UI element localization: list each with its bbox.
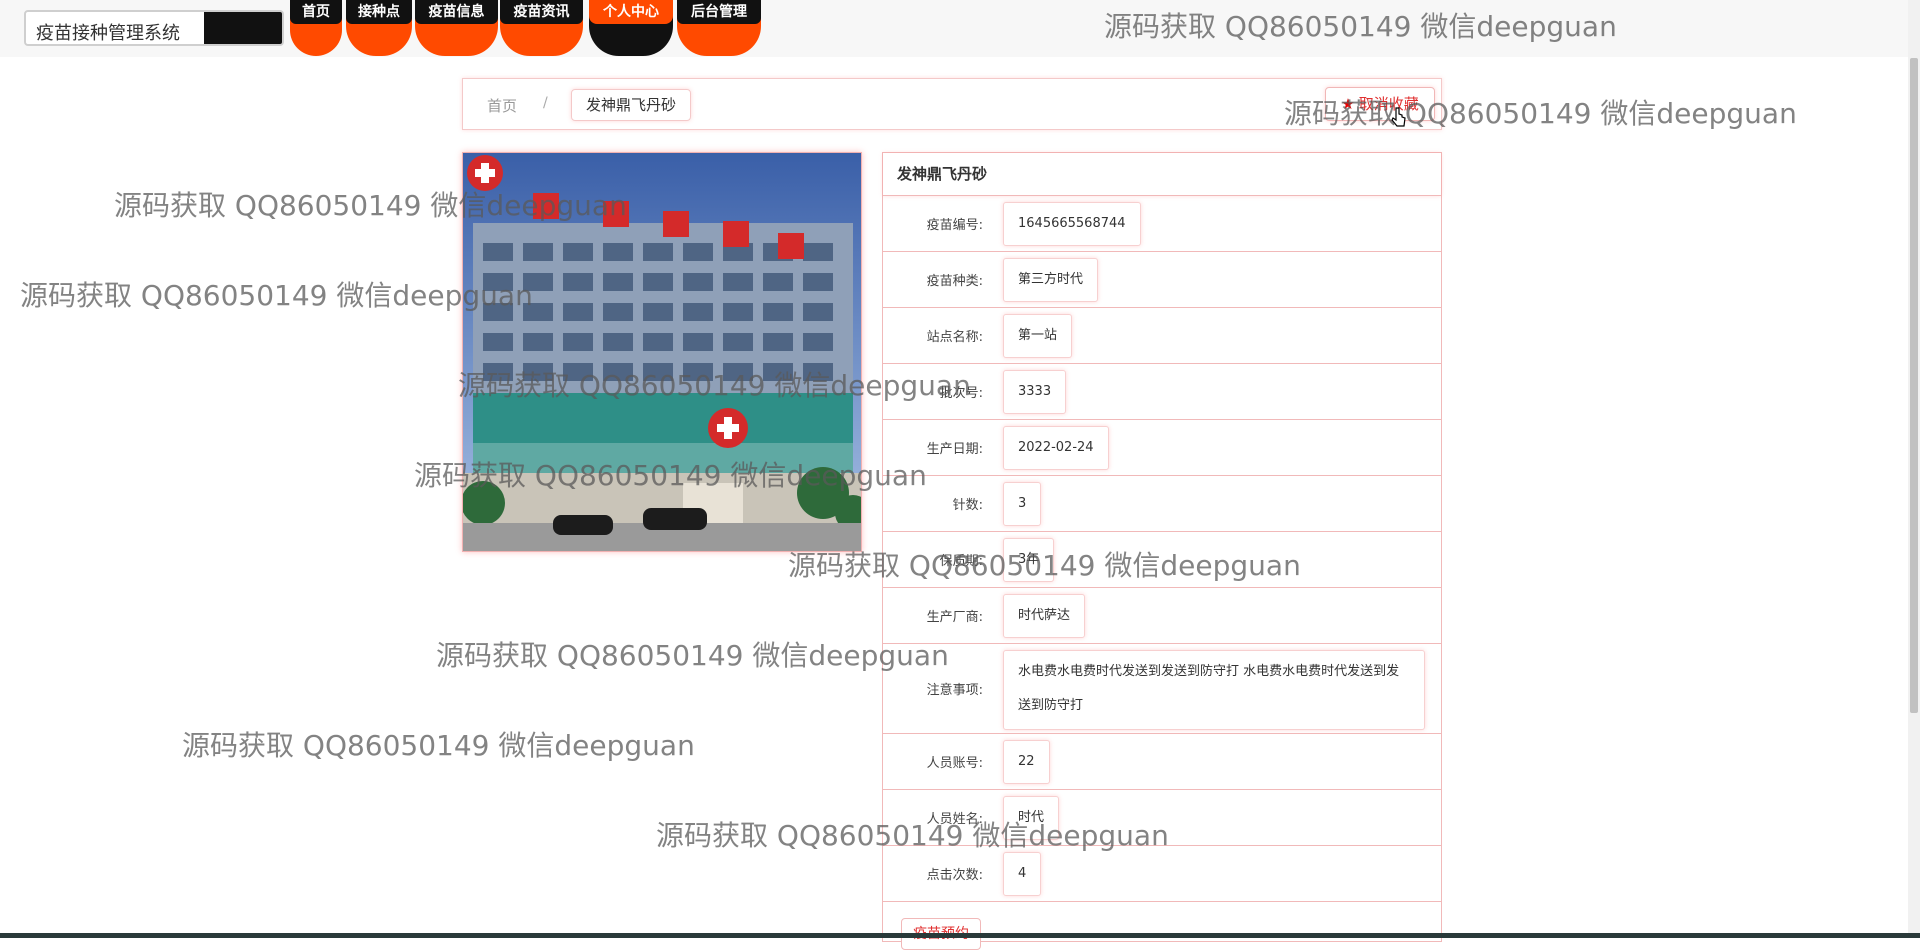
field-label: 人员账号: xyxy=(926,756,983,771)
field-site-name: 站点名称: 第一站 xyxy=(883,308,1441,364)
page-scrollbar[interactable] xyxy=(1908,0,1920,938)
nav-home[interactable]: 首页 xyxy=(290,0,342,56)
nav-home-label: 首页 xyxy=(290,0,342,24)
watermark: 源码获取 QQ86050149 微信deepguan xyxy=(436,639,949,672)
brand-title: 疫苗接种管理系统 xyxy=(36,23,180,44)
cancel-favorite-button[interactable]: ★ 取消收藏 xyxy=(1325,87,1435,121)
taskbar-edge xyxy=(0,933,1920,938)
field-vaccine-number: 疫苗编号: 1645665568744 xyxy=(883,196,1441,252)
field-user-account: 人员账号: 22 xyxy=(883,734,1441,790)
nav-personal-center-label: 个人中心 xyxy=(589,0,673,24)
nav-vaccination-sites-label: 接种点 xyxy=(346,0,412,24)
nav-vaccination-sites[interactable]: 接种点 xyxy=(346,0,412,56)
field-label: 生产厂商: xyxy=(926,610,983,625)
field-value: 水电费水电费时代发送到发送到防守打 水电费水电费时代发送到发送到防守打 xyxy=(1003,650,1425,730)
nav-personal-center[interactable]: 个人中心 xyxy=(589,0,673,56)
field-label: 疫苗种类: xyxy=(926,274,983,289)
watermark: 源码获取 QQ86050149 微信deepguan xyxy=(182,729,695,762)
detail-title: 发神鼎飞丹砂 xyxy=(883,153,1441,196)
field-value: 第一站 xyxy=(1003,314,1073,358)
field-value: 1645665568744 xyxy=(1003,202,1141,246)
field-value: 时代萨达 xyxy=(1003,594,1086,638)
field-value: 22 xyxy=(1003,740,1050,784)
field-value: 2022-02-24 xyxy=(1003,426,1109,470)
field-production-date: 生产日期: 2022-02-24 xyxy=(883,420,1441,476)
brand-decoration xyxy=(204,12,282,44)
breadcrumb: 首页 / 发神鼎飞丹砂 ★ 取消收藏 xyxy=(462,78,1442,130)
cancel-favorite-label: 取消收藏 xyxy=(1358,95,1419,113)
hospital-building-illustration xyxy=(463,153,861,551)
nav-vaccine-news[interactable]: 疫苗资讯 xyxy=(500,0,583,56)
nav-admin-label: 后台管理 xyxy=(677,0,761,24)
field-manufacturer: 生产厂商: 时代萨达 xyxy=(883,588,1441,644)
field-label: 人员姓名: xyxy=(926,812,983,827)
breadcrumb-current: 发神鼎飞丹砂 xyxy=(571,89,692,121)
top-navbar: 疫苗接种管理系统 首页 接种点 疫苗信息 疫苗资讯 个人中心 后台管理 xyxy=(0,0,1908,57)
breadcrumb-home-link[interactable]: 首页 xyxy=(487,95,517,116)
field-click-count: 点击次数: 4 xyxy=(883,846,1441,902)
field-batch-number: 批次号: 3333 xyxy=(883,364,1441,420)
watermark: 源码获取 QQ86050149 微信deepguan xyxy=(20,279,533,312)
vaccine-detail-panel: 发神鼎飞丹砂 疫苗编号: 1645665568744 疫苗种类: 第三方时代 站… xyxy=(882,152,1442,950)
field-label: 批次号: xyxy=(939,386,983,401)
field-shelf-life: 保质期: 3年 xyxy=(883,532,1441,588)
field-dose-count: 针数: 3 xyxy=(883,476,1441,532)
vaccine-image xyxy=(462,152,862,552)
field-precautions: 注意事项: 水电费水电费时代发送到发送到防守打 水电费水电费时代发送到发送到防守… xyxy=(883,644,1441,734)
field-label: 保质期: xyxy=(939,554,983,569)
field-label: 站点名称: xyxy=(926,330,983,345)
field-label: 生产日期: xyxy=(926,442,983,457)
field-value: 第三方时代 xyxy=(1003,258,1099,302)
field-value: 3年 xyxy=(1003,538,1055,582)
brand-logo[interactable]: 疫苗接种管理系统 xyxy=(24,10,284,46)
field-label: 针数: xyxy=(952,498,983,513)
field-user-name: 人员姓名: 时代 xyxy=(883,790,1441,846)
field-label: 注意事项: xyxy=(926,683,983,698)
field-value: 时代 xyxy=(1003,796,1060,840)
nav-vaccine-news-label: 疫苗资讯 xyxy=(500,0,583,24)
mouse-cursor-icon xyxy=(1391,107,1406,127)
field-value: 4 xyxy=(1003,852,1042,896)
scrollbar-thumb[interactable] xyxy=(1910,58,1918,713)
field-label: 疫苗编号: xyxy=(926,218,983,233)
nav-vaccine-info-label: 疫苗信息 xyxy=(415,0,498,24)
field-label: 点击次数: xyxy=(926,868,983,883)
star-icon: ★ xyxy=(1341,95,1355,113)
nav-vaccine-info[interactable]: 疫苗信息 xyxy=(415,0,498,56)
breadcrumb-separator: / xyxy=(543,95,548,111)
field-value: 3333 xyxy=(1003,370,1067,414)
nav-admin[interactable]: 后台管理 xyxy=(677,0,761,56)
field-value: 3 xyxy=(1003,482,1042,526)
field-vaccine-type: 疫苗种类: 第三方时代 xyxy=(883,252,1441,308)
